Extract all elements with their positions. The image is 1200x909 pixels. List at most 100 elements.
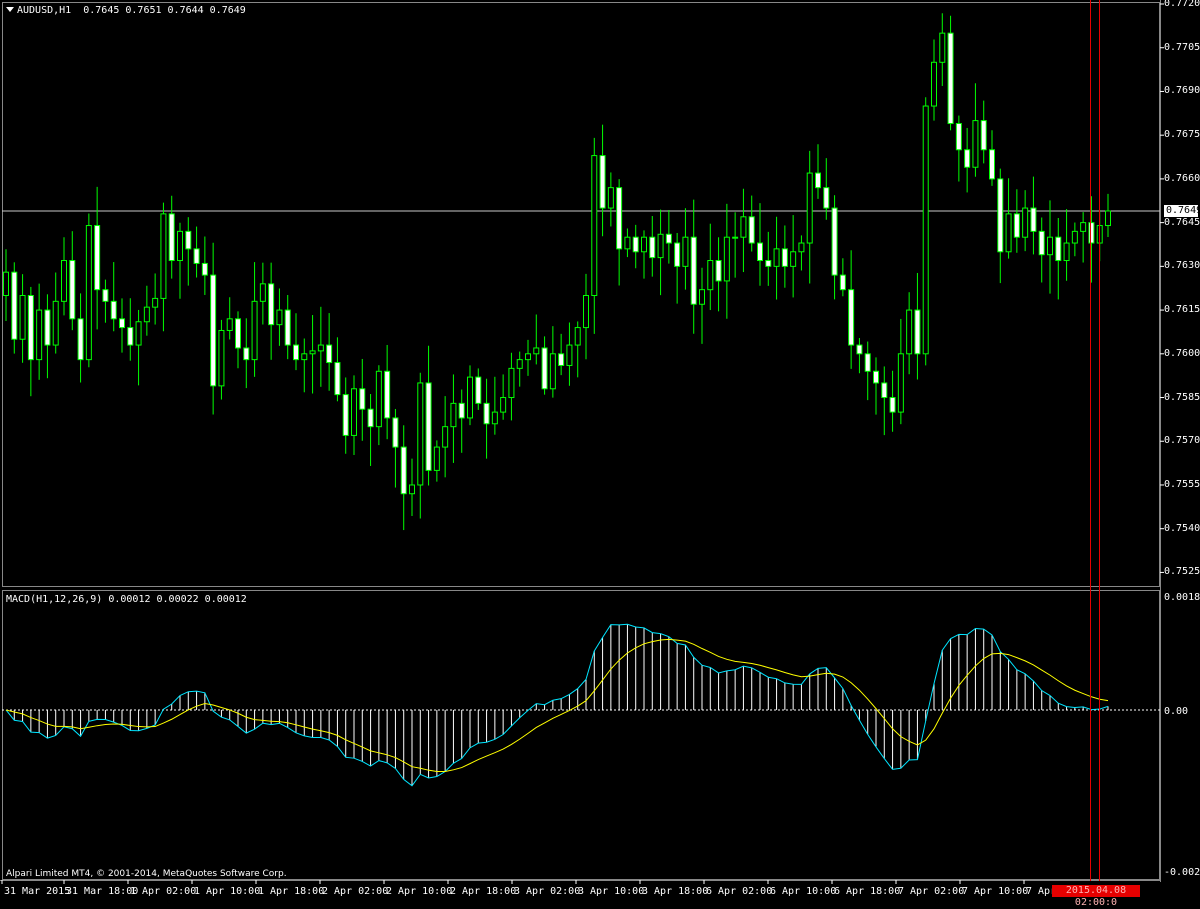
macd-axis-zero: 0.00 [1164, 706, 1189, 717]
candle-body [682, 236, 689, 267]
candle-body [367, 408, 374, 428]
time-tick-label: 3 Apr 18:00 [642, 886, 709, 897]
candle-body [177, 230, 183, 262]
price-tick-label: 0.7585 [1164, 391, 1200, 403]
candle-body [77, 318, 84, 361]
candle-body [226, 318, 233, 331]
candle-body [699, 289, 705, 305]
price-tick-label: 0.7690 [1164, 85, 1200, 97]
symbol-title[interactable]: AUDUSD,H1 0.7645 0.7651 0.7644 0.7649 [6, 5, 246, 16]
candle-body [732, 236, 739, 239]
candle-body [127, 327, 134, 346]
copyright-text: Alpari Limited MT4, © 2001-2014, MetaQuo… [6, 869, 287, 879]
candle-body [210, 274, 217, 387]
candle-body [781, 248, 788, 267]
time-tick-label: 2 Apr 10:00 [386, 886, 453, 897]
candle-body [798, 242, 805, 253]
candle-body [806, 172, 813, 244]
symbol-name: AUDUSD,H1 [17, 5, 72, 16]
candle-body [491, 411, 498, 425]
candle-body [839, 274, 846, 291]
current-price-label: 0.7649 [1164, 204, 1200, 217]
candle-body [475, 376, 482, 404]
candle-body [69, 260, 76, 320]
candle-body [102, 289, 109, 302]
time-tick-label: 7 Apr 10:00 [962, 886, 1029, 897]
candle-body [997, 178, 1004, 253]
candle-body [342, 394, 349, 436]
candle-body [359, 388, 366, 410]
candle-body [293, 344, 299, 361]
candle-body [1047, 236, 1053, 256]
macd-title: MACD(H1,12,26,9) 0.00012 0.00022 0.00012 [6, 594, 247, 605]
candle-body [218, 329, 225, 387]
candle-body [823, 187, 830, 209]
candle-body [268, 283, 275, 326]
candle-body [856, 344, 863, 355]
candle-body [649, 236, 656, 259]
candle-body [641, 236, 647, 253]
candle-body [881, 382, 888, 399]
candle-body [707, 260, 714, 291]
candle-body [558, 353, 565, 366]
candle-body [939, 32, 946, 63]
candle-body [889, 397, 896, 413]
candle-body [500, 397, 507, 413]
candle-body [36, 309, 43, 361]
candle-body [815, 172, 821, 189]
price-tick-label: 0.7645 [1164, 216, 1200, 228]
candle-body [235, 318, 241, 349]
candle-body [334, 362, 341, 396]
candle-body [848, 289, 855, 346]
macd-axis-top: 0.00182 [1164, 592, 1200, 603]
price-tick-label: 0.7555 [1164, 478, 1200, 490]
candle-body [989, 149, 995, 180]
candle-body [665, 233, 672, 244]
candle-body [483, 402, 490, 425]
time-tick-label: 2 Apr 02:00 [322, 886, 389, 897]
time-tick-label: 6 Apr 02:00 [706, 886, 773, 897]
candle-body [897, 353, 904, 413]
candle-body [607, 187, 614, 209]
time-tick-label: 3 Apr 10:00 [578, 886, 645, 897]
candle-body [906, 309, 913, 355]
candle-body [52, 300, 59, 346]
macd-axis-bottom: -0.00258 [1164, 867, 1200, 878]
candle-body [409, 484, 415, 495]
candle-body [657, 233, 664, 259]
candle-body [516, 359, 523, 369]
candle-body [757, 242, 763, 262]
candle-body [723, 236, 730, 282]
chart-canvas[interactable] [0, 0, 1200, 900]
price-tick-label: 0.7675 [1164, 129, 1200, 141]
candle-body [19, 295, 26, 340]
candle-body [143, 306, 150, 323]
price-tick-label: 0.7615 [1164, 304, 1200, 316]
time-tick-label: 6 Apr 18:00 [834, 886, 901, 897]
candle-body [541, 347, 548, 390]
crosshair-time-label: 2015.04.08 02:00:0 [1052, 885, 1140, 908]
chevron-down-icon[interactable] [6, 7, 14, 12]
candle-body [284, 309, 291, 346]
candle-body [119, 318, 125, 329]
candle-body [27, 295, 34, 361]
candle-body [914, 309, 921, 355]
main-chart-frame [2, 2, 1160, 587]
candle-body [301, 353, 308, 361]
candle-body [384, 370, 391, 419]
time-tick-label: 1 Apr 02:00 [130, 886, 197, 897]
candle-body [110, 300, 117, 320]
candle-body [1030, 207, 1037, 232]
price-tick-label: 0.7600 [1164, 347, 1200, 359]
candle-body [765, 260, 772, 267]
candle-body [873, 370, 879, 384]
candle-body [1013, 213, 1020, 238]
candle-body [1080, 222, 1087, 232]
candle-body [375, 370, 382, 428]
price-tick-label: 0.7720 [1164, 0, 1200, 9]
candle-body [790, 251, 797, 267]
candle-body [44, 309, 51, 346]
candle-body [740, 216, 747, 238]
candle-body [193, 248, 200, 264]
candle-body [525, 353, 531, 361]
